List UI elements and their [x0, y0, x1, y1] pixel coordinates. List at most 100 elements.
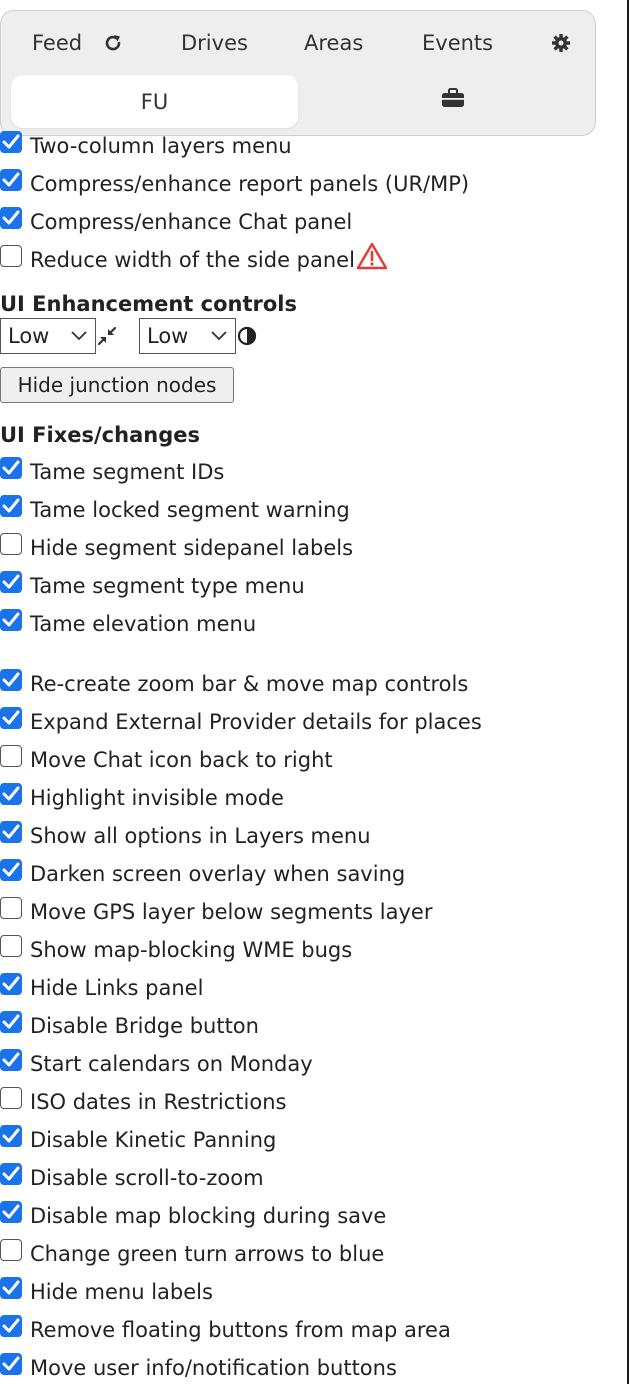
gear-icon[interactable]: [551, 33, 571, 57]
ui-enhancement-heading: UI Enhancement controls: [0, 292, 298, 316]
option-label: Reduce width of the side panel: [30, 248, 355, 272]
checkbox[interactable]: [0, 1277, 22, 1299]
window-edge: [627, 0, 629, 1384]
option-label: Change green turn arrows to blue: [30, 1242, 385, 1266]
briefcase-icon[interactable]: [441, 88, 465, 112]
checkbox[interactable]: [0, 783, 22, 805]
option-re-create-zoom-bar-move-map-controls[interactable]: Re-create zoom bar & move map controls: [0, 669, 468, 699]
checkbox[interactable]: [0, 571, 22, 593]
option-tame-segment-ids[interactable]: Tame segment IDs: [0, 457, 224, 487]
option-disable-bridge-button[interactable]: Disable Bridge button: [0, 1011, 259, 1041]
option-label: Tame segment IDs: [30, 460, 225, 484]
checkbox[interactable]: [0, 495, 22, 517]
option-tame-locked-segment-warning[interactable]: Tame locked segment warning: [0, 495, 350, 525]
option-darken-screen-overlay-when-saving[interactable]: Darken screen overlay when saving: [0, 859, 405, 889]
option-label: Expand External Provider details for pla…: [30, 710, 482, 734]
option-tame-elevation-menu[interactable]: Tame elevation menu: [0, 609, 256, 639]
option-label: Tame elevation menu: [30, 612, 257, 636]
option-label: Move GPS layer below segments layer: [30, 900, 433, 924]
option-disable-scroll-to-zoom[interactable]: Disable scroll-to-zoom: [0, 1163, 264, 1193]
checkbox[interactable]: [0, 1087, 22, 1109]
checkbox[interactable]: [0, 1353, 22, 1375]
option-hide-menu-labels[interactable]: Hide menu labels: [0, 1277, 213, 1307]
option-label: Move Chat icon back to right: [30, 748, 333, 772]
refresh-icon[interactable]: [103, 33, 123, 57]
checkbox[interactable]: [0, 1125, 22, 1147]
checkbox[interactable]: [0, 973, 22, 995]
option-show-map-blocking-wme-bugs[interactable]: Show map-blocking WME bugs: [0, 935, 352, 965]
option-label: Hide menu labels: [30, 1280, 213, 1304]
option-change-green-turn-arrows-to-blue[interactable]: Change green turn arrows to blue: [0, 1239, 384, 1269]
option-two-column-layers-menu[interactable]: Two-column layers menu: [0, 131, 292, 161]
option-disable-map-blocking-during-save[interactable]: Disable map blocking during save: [0, 1201, 386, 1231]
checkbox[interactable]: [0, 1239, 22, 1261]
option-show-all-options-in-layers-menu[interactable]: Show all options in Layers menu: [0, 821, 371, 851]
checkbox[interactable]: [0, 859, 22, 881]
option-label: Show map-blocking WME bugs: [30, 938, 353, 962]
checkbox[interactable]: [0, 1163, 22, 1185]
option-label: Disable Kinetic Panning: [30, 1128, 277, 1152]
option-label: Hide segment sidepanel labels: [30, 536, 354, 560]
compress-level-select[interactable]: Low: [0, 318, 96, 354]
option-label: Compress/enhance report panels (UR/MP): [30, 172, 470, 196]
checkbox[interactable]: [0, 131, 22, 153]
option-label: Show all options in Layers menu: [30, 824, 371, 848]
tab-feed[interactable]: Feed: [32, 31, 82, 55]
checkbox[interactable]: [0, 457, 22, 479]
option-label: Compress/enhance Chat panel: [30, 210, 353, 234]
option-move-gps-layer-below-segments-layer[interactable]: Move GPS layer below segments layer: [0, 897, 433, 927]
option-remove-floating-buttons-from-map-area[interactable]: Remove floating buttons from map area: [0, 1315, 451, 1345]
option-compress-enhance-report-panels-ur-mp[interactable]: Compress/enhance report panels (UR/MP): [0, 169, 469, 199]
checkbox[interactable]: [0, 533, 22, 555]
option-label: Re-create zoom bar & move map controls: [30, 672, 469, 696]
option-start-calendars-on-monday[interactable]: Start calendars on Monday: [0, 1049, 313, 1079]
checkbox[interactable]: [0, 707, 22, 729]
option-label: Disable scroll-to-zoom: [30, 1166, 264, 1190]
checkbox[interactable]: [0, 669, 22, 691]
tab-areas[interactable]: Areas: [304, 31, 363, 55]
tab-fu[interactable]: FU: [11, 75, 298, 128]
checkbox[interactable]: [0, 245, 22, 267]
checkbox[interactable]: [0, 1011, 22, 1033]
option-move-chat-icon-back-to-right[interactable]: Move Chat icon back to right: [0, 745, 333, 775]
option-label: Tame locked segment warning: [30, 498, 350, 522]
option-tame-segment-type-menu[interactable]: Tame segment type menu: [0, 571, 305, 601]
checkbox[interactable]: [0, 207, 22, 229]
checkbox[interactable]: [0, 1049, 22, 1071]
compress-icon: [97, 326, 117, 350]
checkbox[interactable]: [0, 745, 22, 767]
option-hide-segment-sidepanel-labels[interactable]: Hide segment sidepanel labels: [0, 533, 353, 563]
checkbox[interactable]: [0, 169, 22, 191]
contrast-icon: [237, 326, 257, 350]
option-iso-dates-in-restrictions[interactable]: ISO dates in Restrictions: [0, 1087, 286, 1117]
checkbox[interactable]: [0, 609, 22, 631]
option-reduce-width-of-the-side-panel[interactable]: Reduce width of the side panel: [0, 245, 355, 275]
option-label: Two-column layers menu: [30, 134, 292, 158]
option-hide-links-panel[interactable]: Hide Links panel: [0, 973, 203, 1003]
option-label: Start calendars on Monday: [30, 1052, 313, 1076]
option-highlight-invisible-mode[interactable]: Highlight invisible mode: [0, 783, 284, 813]
option-compress-enhance-chat-panel[interactable]: Compress/enhance Chat panel: [0, 207, 352, 237]
option-label: Move user info/notification buttons: [30, 1356, 397, 1380]
tab-drives[interactable]: Drives: [181, 31, 248, 55]
option-expand-external-provider-details-for-places[interactable]: Expand External Provider details for pla…: [0, 707, 482, 737]
chevron-down-icon: [71, 331, 87, 341]
option-label: ISO dates in Restrictions: [30, 1090, 287, 1114]
checkbox[interactable]: [0, 935, 22, 957]
option-label: Disable Bridge button: [30, 1014, 259, 1038]
warning-icon: [356, 242, 388, 274]
checkbox[interactable]: [0, 1201, 22, 1223]
option-move-user-info-notification-buttons[interactable]: Move user info/notification buttons: [0, 1353, 397, 1383]
hide-junction-nodes-button[interactable]: Hide junction nodes: [0, 367, 234, 403]
checkbox[interactable]: [0, 1315, 22, 1337]
option-label: Disable map blocking during save: [30, 1204, 387, 1228]
option-disable-kinetic-panning[interactable]: Disable Kinetic Panning: [0, 1125, 276, 1155]
checkbox[interactable]: [0, 897, 22, 919]
chevron-down-icon: [211, 331, 227, 341]
checkbox[interactable]: [0, 821, 22, 843]
contrast-level-select[interactable]: Low: [139, 318, 236, 354]
option-label: Remove floating buttons from map area: [30, 1318, 451, 1342]
option-label: Hide Links panel: [30, 976, 204, 1000]
option-label: Darken screen overlay when saving: [30, 862, 406, 886]
tab-events[interactable]: Events: [422, 31, 493, 55]
